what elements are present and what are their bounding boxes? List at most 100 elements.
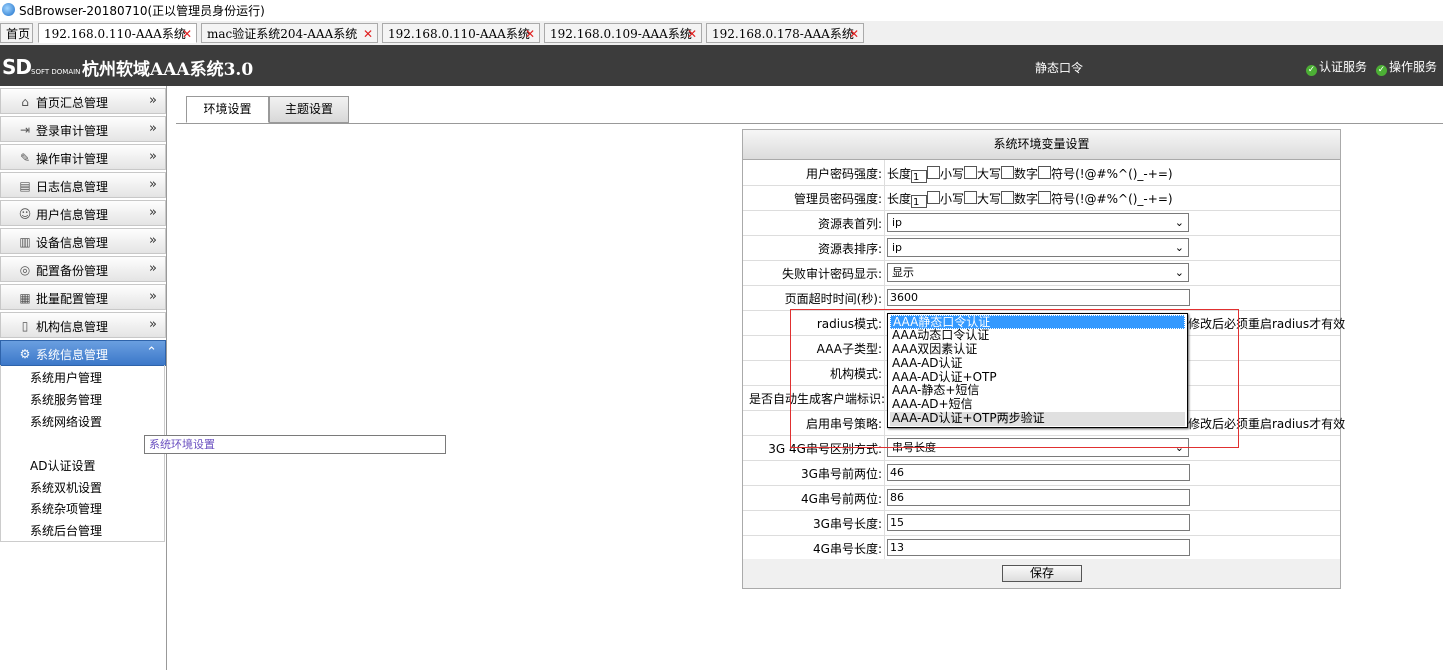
close-icon[interactable]: ✕ [182,24,192,44]
field-label: 资源表首列: [817,217,882,231]
pw-symbol-label: 符号(!@#%^()_-+=) [1051,192,1173,206]
close-icon[interactable]: ✕ [687,24,697,44]
pw-length-label: 长度 [887,192,912,206]
pw-lower-label: 小写 [940,167,965,181]
digit-checkbox[interactable] [1001,191,1015,204]
window-titlebar: SdBrowser-20180710(正以管理员身份运行) [0,0,1443,20]
chevron-down-icon: ⌄ [1174,241,1184,254]
chevron-right-icon: » [149,205,157,220]
lowercase-checkbox[interactable] [927,166,941,179]
uppercase-checkbox[interactable] [964,166,978,179]
close-icon[interactable]: ✕ [363,24,373,44]
resource-sort-select[interactable]: ip ⌄ [887,238,1189,257]
sidebar-item-backup[interactable]: ◎ 配置备份管理 » [0,256,166,282]
chevron-up-icon: ⌃ [146,345,157,360]
uppercase-checkbox[interactable] [964,191,978,204]
digit-checkbox[interactable] [1001,166,1015,179]
submenu-item-selected[interactable]: 系统环境设置 [144,435,446,454]
chevron-right-icon: » [149,317,157,332]
browser-tab[interactable]: 192.168.0.110-AAA系统 ✕ [382,23,540,43]
tab-env-settings[interactable]: 环境设置 [186,96,269,123]
prefix-4g-input[interactable]: 86 [887,489,1190,506]
pw-length-input[interactable]: 1 [911,170,928,183]
browser-tab[interactable]: 192.168.0.110-AAA系统 ✕ [38,23,197,43]
sidebar-item-org[interactable]: ▯ 机构信息管理 » [0,312,166,338]
service-status-auth[interactable]: ✓ 认证服务 [1306,58,1367,76]
tab-theme-settings[interactable]: 主题设置 [269,96,349,123]
chevron-right-icon: » [149,149,157,164]
sidebar-item-label: 系统信息管理 [36,348,109,362]
form-row-prefix-3g: 3G串号前两位: 46 [743,460,1340,486]
symbol-checkbox[interactable] [1038,191,1052,204]
sidebar-item-home[interactable]: ⌂ 首页汇总管理 » [0,88,166,114]
service-label: 认证服务 [1319,60,1368,74]
len-3g-input[interactable]: 15 [887,514,1190,531]
len-4g-input[interactable]: 13 [887,539,1190,556]
chevron-right-icon: » [149,93,157,108]
browser-tab[interactable]: mac验证系统204-AAA系统 ✕ [201,23,378,43]
submenu-item[interactable]: AD认证设置 [30,457,95,474]
window-title: SdBrowser-20180710(正以管理员身份运行) [19,4,265,18]
pw-digit-label: 数字 [1014,167,1039,181]
sidebar-item-system[interactable]: ⚙ 系统信息管理 ⌃ [0,340,166,366]
chevron-right-icon: » [149,177,157,192]
sidebar-item-label: 首页汇总管理 [36,96,109,110]
lowercase-checkbox[interactable] [927,191,941,204]
tab-label: 192.168.0.110-AAA系统 [388,27,530,41]
user-icon: ☺ [18,207,32,221]
form-row-resource-first-col: 资源表首列: ip ⌄ [743,210,1340,236]
field-label: 资源表排序: [817,242,882,256]
device-icon: ▥ [19,235,31,249]
chevron-down-icon: ⌄ [1174,216,1184,229]
sidebar-item-operation-audit[interactable]: ✎ 操作审计管理 » [0,144,166,170]
field-label: 3G串号长度: [813,517,882,531]
form-row-fail-audit-pw: 失败审计密码显示: 显示 ⌄ [743,260,1340,286]
system-title: 杭州软域AAA系统3.0 [82,60,254,80]
submenu-item[interactable]: 系统双机设置 [30,479,102,496]
annotation-highlight-box [790,309,1239,448]
gear-icon: ⚙ [19,347,31,361]
sidebar-item-label: 操作审计管理 [36,152,109,166]
close-icon[interactable]: ✕ [525,24,535,44]
browser-tab-home[interactable]: 首页 [0,23,33,43]
submenu-item[interactable]: 系统后台管理 [30,522,102,539]
save-button[interactable]: 保存 [1002,565,1082,582]
user-pw-strength: 长度 1 小写 大写 数字 符号(!@#%^()_-+=) [887,165,1173,183]
symbol-checkbox[interactable] [1038,166,1052,179]
building-icon: ▯ [21,319,29,333]
select-value: ip [892,216,903,229]
wrench-icon: ✎ [19,151,31,165]
logo-subtext: SOFT DOMAIN [31,68,81,76]
close-icon[interactable]: ✕ [849,24,859,44]
fail-audit-pw-select[interactable]: 显示 ⌄ [887,263,1189,282]
sidebar-item-logs[interactable]: ▤ 日志信息管理 » [0,172,166,198]
sidebar-item-batch-config[interactable]: ▦ 批量配置管理 » [0,284,166,310]
browser-tab-bar: 首页 192.168.0.110-AAA系统 ✕ mac验证系统204-AAA系统… [0,21,1443,46]
submenu-item[interactable]: 系统用户管理 [30,369,102,386]
sidebar-item-login-audit[interactable]: ⇥ 登录审计管理 » [0,116,166,142]
submenu-item[interactable]: 系统服务管理 [30,391,102,408]
content-tab-bar: 环境设置 主题设置 [176,96,1443,124]
field-label: 4G串号前两位: [801,492,882,506]
submenu-item[interactable]: 系统网络设置 [30,413,102,430]
browser-tab[interactable]: 192.168.0.109-AAA系统 ✕ [544,23,702,43]
submenu-item[interactable]: 系统杂项管理 [30,500,102,517]
service-status-operation[interactable]: ✓ 操作服务 [1376,58,1437,76]
pw-upper-label: 大写 [977,167,1002,181]
sidebar-item-devices[interactable]: ▥ 设备信息管理 » [0,228,166,254]
timeout-input[interactable]: 3600 [887,289,1190,306]
prefix-3g-input[interactable]: 46 [887,464,1190,481]
form-row-resource-sort: 资源表排序: ip ⌄ [743,235,1340,261]
form-row-len-3g: 3G串号长度: 15 [743,510,1340,536]
tab-label: 首页 [6,27,31,41]
tab-label: 192.168.0.178-AAA系统 [712,27,854,41]
sidebar-item-users[interactable]: ☺ 用户信息管理 » [0,200,166,226]
browser-tab[interactable]: 192.168.0.178-AAA系统 ✕ [706,23,864,43]
pw-length-input[interactable]: 1 [911,195,928,208]
home-icon: ⌂ [21,95,29,109]
resource-first-col-select[interactable]: ip ⌄ [887,213,1189,232]
chevron-right-icon: » [149,261,157,276]
logo-text: SD [2,55,32,79]
chevron-right-icon: » [149,233,157,248]
service-label: 操作服务 [1389,60,1438,74]
